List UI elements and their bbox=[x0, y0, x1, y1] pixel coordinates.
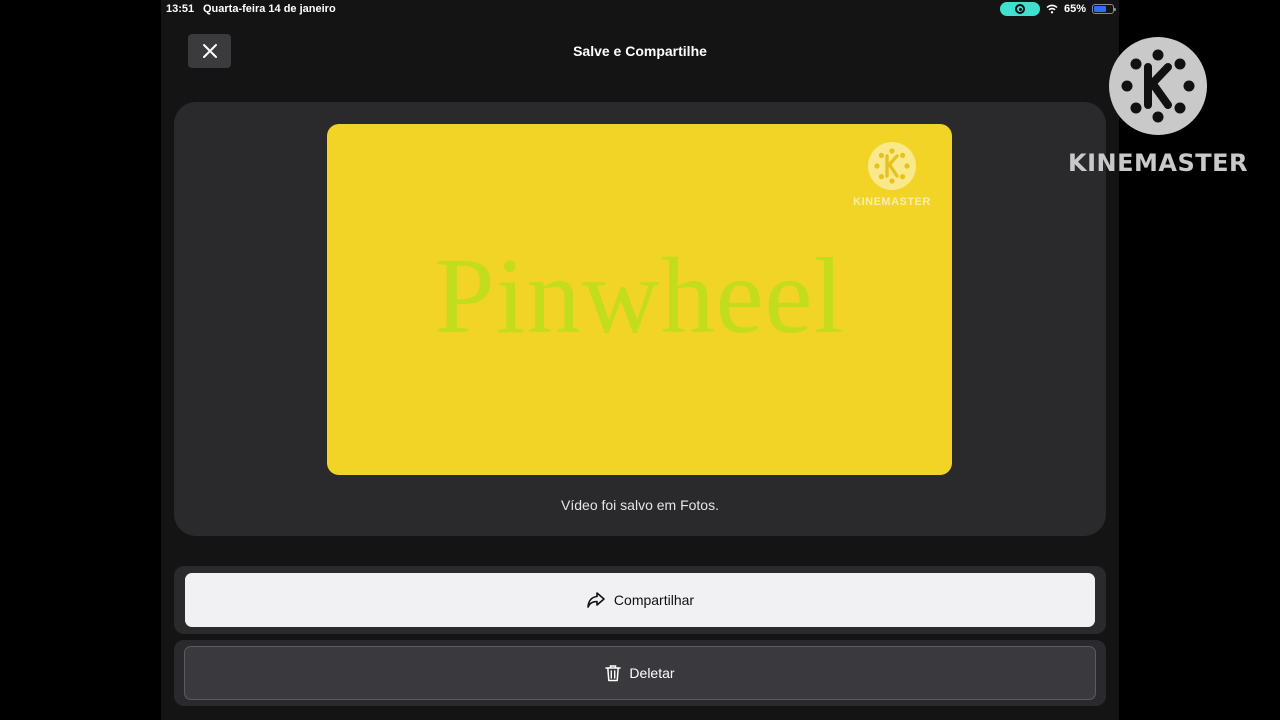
kinemaster-k-icon bbox=[868, 142, 916, 190]
page-title: Salve e Compartilhe bbox=[573, 43, 707, 59]
close-button[interactable] bbox=[188, 34, 231, 68]
status-date: Quarta-feira 14 de janeiro bbox=[203, 3, 336, 15]
watermark-text: KINEMASTER bbox=[853, 196, 931, 208]
overlay-logo-text: KINEMASTER bbox=[1068, 149, 1248, 177]
status-bar: 13:51 Quarta-feira 14 de janeiro 65% bbox=[0, 0, 1280, 18]
share-arrow-icon bbox=[587, 592, 605, 608]
battery-icon bbox=[1092, 4, 1117, 14]
battery-fill bbox=[1094, 6, 1106, 12]
close-icon bbox=[202, 44, 217, 58]
video-thumbnail: KINEMASTER Pinwheel bbox=[327, 124, 952, 475]
battery-percentage: 65% bbox=[1064, 3, 1087, 15]
thumbnail-watermark: KINEMASTER bbox=[847, 142, 937, 208]
overlay-logo: KINEMASTER bbox=[1068, 37, 1248, 177]
trash-icon bbox=[605, 665, 622, 682]
saved-message: Vídeo foi salvo em Fotos. bbox=[561, 497, 719, 513]
wifi-icon bbox=[1046, 4, 1058, 14]
screen-recording-icon bbox=[1000, 2, 1040, 16]
status-indicators: 65% bbox=[1000, 1, 1117, 17]
status-time: 13:51 bbox=[166, 3, 195, 15]
delete-button[interactable]: Deletar bbox=[184, 646, 1096, 700]
share-label: Compartilhar bbox=[613, 592, 695, 608]
delete-label: Deletar bbox=[629, 665, 675, 681]
kinemaster-k-icon bbox=[1109, 37, 1207, 135]
video-title-text: Pinwheel bbox=[434, 237, 845, 356]
share-button[interactable]: Compartilhar bbox=[185, 573, 1095, 627]
